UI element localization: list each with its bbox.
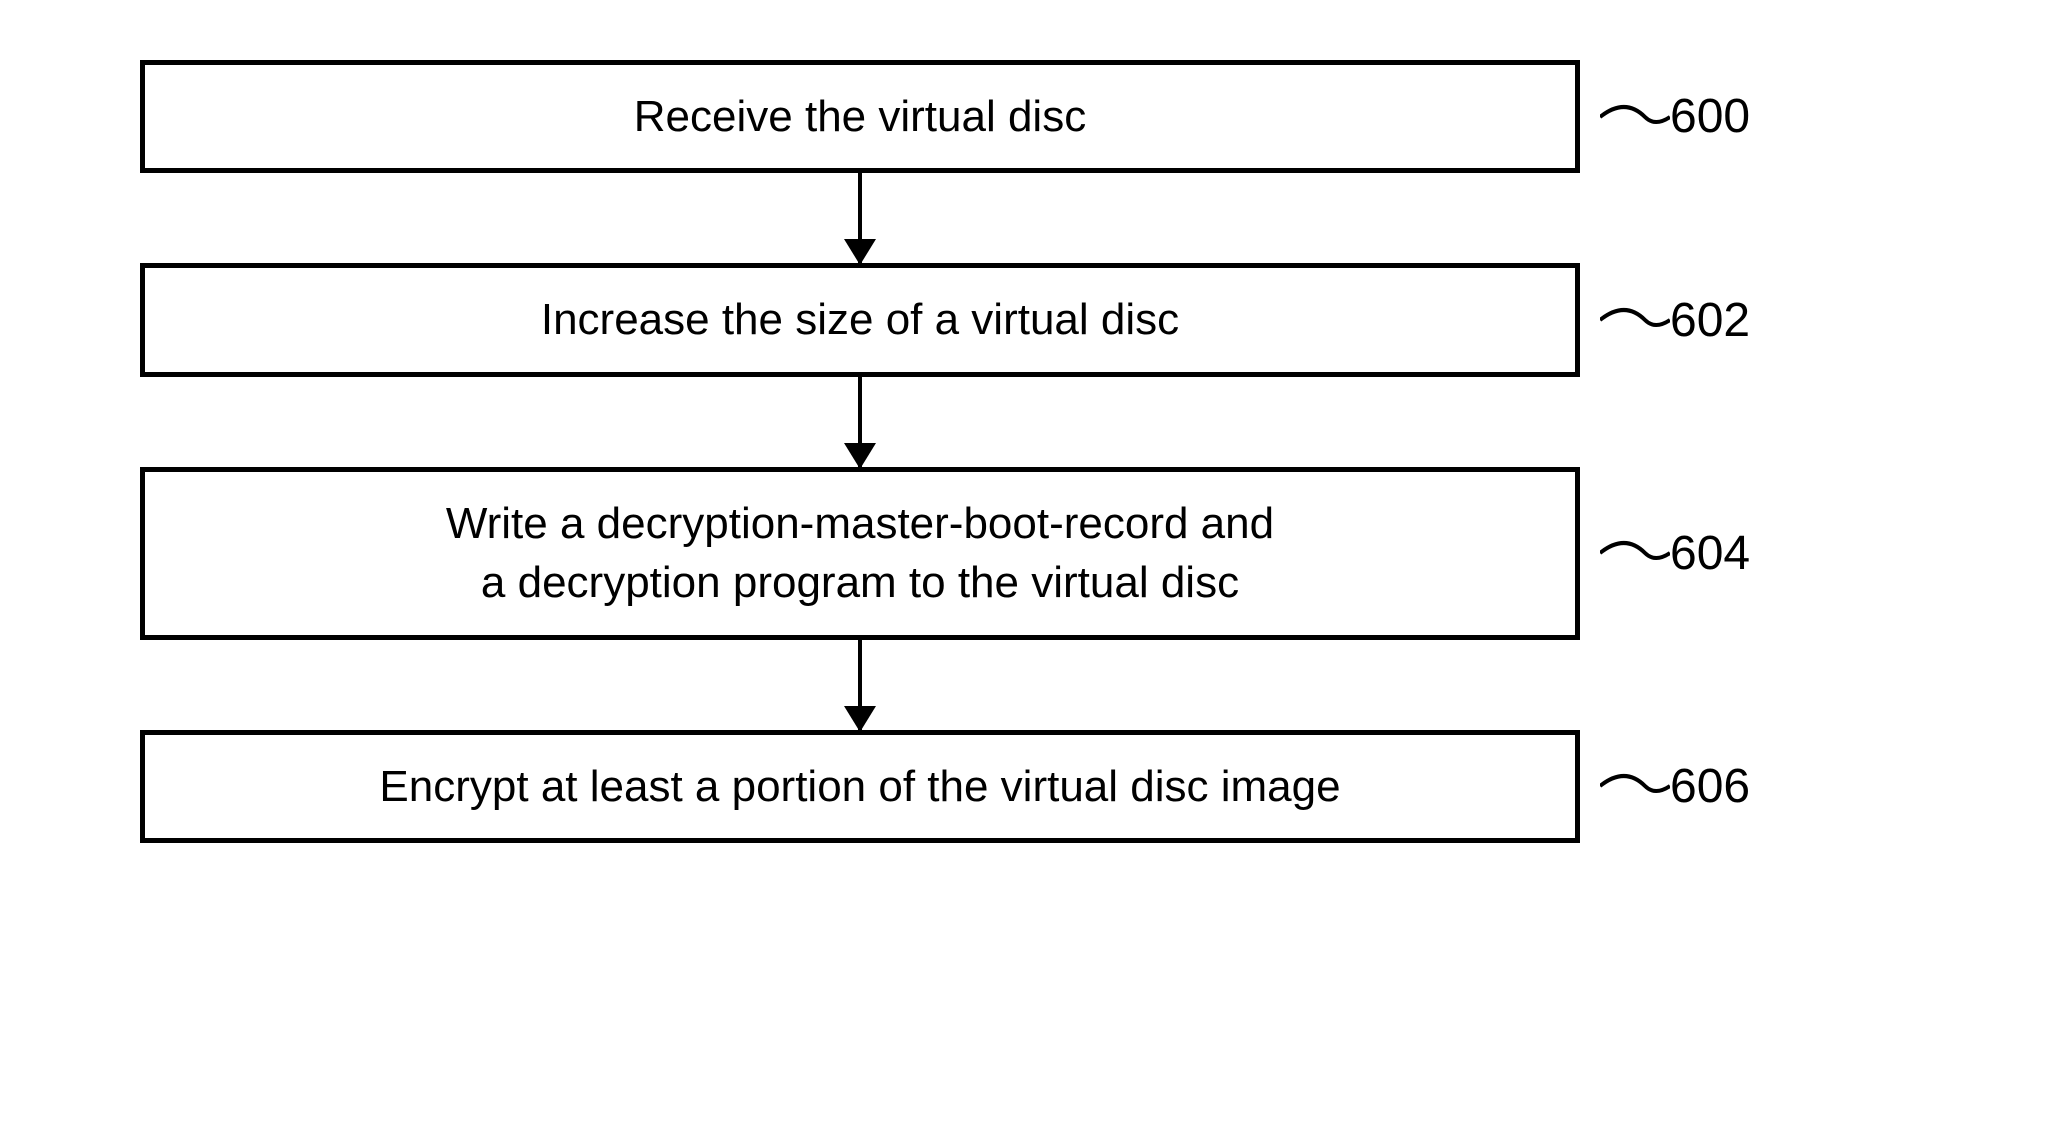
flow-step-0-box: Receive the virtual disc [140, 60, 1580, 173]
flow-step-2-ref: 604 [1670, 527, 1750, 580]
flow-step-3-box: Encrypt at least a portion of the virtua… [140, 730, 1580, 843]
connector-swoosh-icon [1600, 300, 1670, 340]
flow-step-1-ref: 602 [1670, 294, 1750, 347]
arrow-0 [140, 173, 1580, 263]
flow-step-2-label: 604 [1670, 526, 1750, 581]
flow-step-1-box: Increase the size of a virtual disc [140, 263, 1580, 376]
arrow-2 [140, 640, 1580, 730]
flowchart: Receive the virtual disc 600 Increase th… [140, 60, 1920, 843]
connector-swoosh-icon [1600, 533, 1670, 573]
connector-swoosh-icon [1600, 766, 1670, 806]
flow-step-0-row: Receive the virtual disc 600 [140, 60, 1920, 173]
flow-step-1-row: Increase the size of a virtual disc 602 [140, 263, 1920, 376]
flow-step-2-text: Write a decryption-master-boot-record an… [446, 494, 1274, 613]
flow-step-0-ref: 600 [1670, 90, 1750, 143]
flow-step-1-text: Increase the size of a virtual disc [541, 290, 1179, 349]
flow-step-2-row: Write a decryption-master-boot-record an… [140, 467, 1920, 640]
flow-step-1-label: 602 [1670, 293, 1750, 348]
flow-step-3-ref: 606 [1670, 760, 1750, 813]
flow-step-2-box: Write a decryption-master-boot-record an… [140, 467, 1580, 640]
arrow-1 [140, 377, 1580, 467]
flow-step-3-label: 606 [1670, 759, 1750, 814]
flow-step-3-row: Encrypt at least a portion of the virtua… [140, 730, 1920, 843]
flow-step-3-text: Encrypt at least a portion of the virtua… [379, 757, 1340, 816]
flow-step-0-text: Receive the virtual disc [634, 87, 1086, 146]
flow-step-0-label: 600 [1670, 89, 1750, 144]
connector-swoosh-icon [1600, 97, 1670, 137]
